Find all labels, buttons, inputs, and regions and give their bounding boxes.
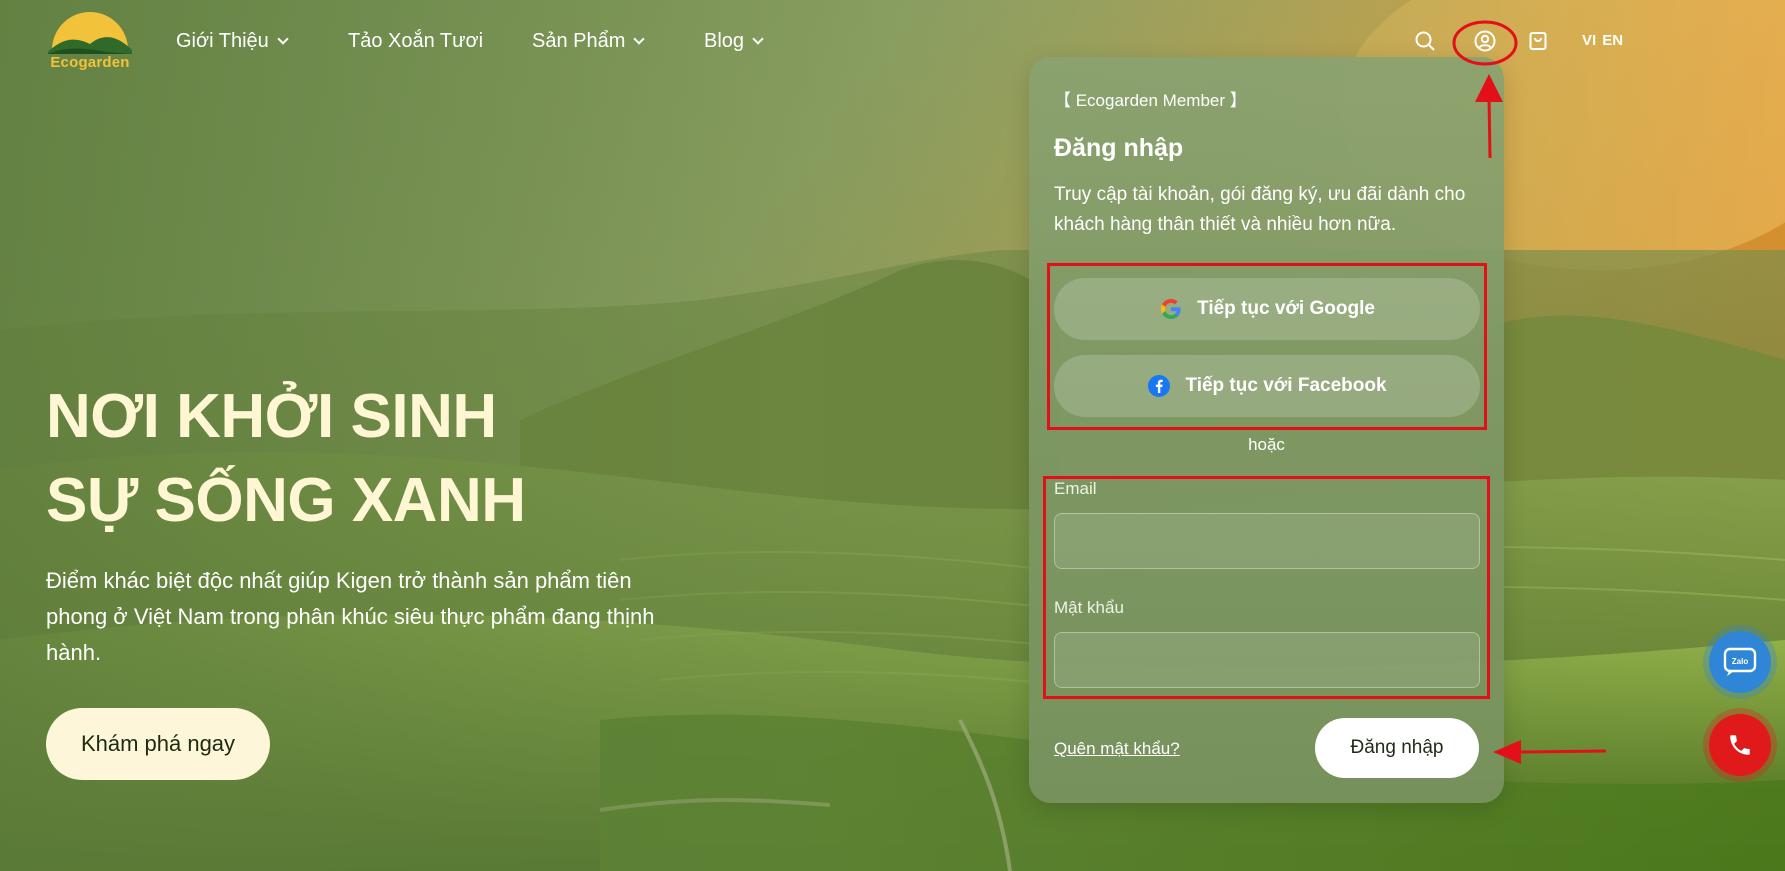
hero-description: Điểm khác biệt độc nhất giúp Kigen trở t… bbox=[46, 568, 655, 665]
logo-mountain-icon bbox=[48, 12, 132, 54]
language-switcher: VI EN bbox=[1582, 32, 1623, 49]
search-icon[interactable] bbox=[1413, 29, 1437, 53]
ecogarden-logo[interactable]: Ecogarden bbox=[46, 10, 134, 74]
login-title: Đăng nhập bbox=[1054, 134, 1184, 162]
forgot-password-link[interactable]: Quên mật khẩu? bbox=[1054, 739, 1180, 759]
site-header: Ecogarden Giới Thiệu Tảo Xoắn Tươi Sản P… bbox=[0, 0, 1785, 86]
phone-call-button[interactable] bbox=[1709, 714, 1771, 776]
zalo-chat-button[interactable]: Zalo bbox=[1709, 631, 1771, 693]
google-button-label: Tiếp tục với Google bbox=[1197, 298, 1375, 319]
nav-item-label: Tảo Xoắn Tươi bbox=[348, 30, 484, 52]
zalo-label: Zalo bbox=[1732, 657, 1749, 666]
password-label: Mật khẩu bbox=[1054, 598, 1124, 617]
phone-icon bbox=[1730, 735, 1750, 755]
facebook-button-label: Tiếp tục với Facebook bbox=[1185, 375, 1387, 396]
nav-item-san-pham[interactable]: Sản Phẩm bbox=[532, 30, 646, 53]
chevron-down-icon bbox=[277, 33, 289, 45]
logo-wordmark: Ecogarden bbox=[50, 54, 130, 71]
email-label: Email bbox=[1054, 479, 1097, 498]
member-label: 【 Ecogarden Member 】 bbox=[1054, 91, 1247, 110]
zalo-icon: Zalo bbox=[1723, 647, 1757, 676]
or-divider-text: hoặc bbox=[1248, 435, 1285, 454]
shopping-bag-icon[interactable] bbox=[1526, 29, 1550, 53]
nav-item-label: Giới Thiệu bbox=[176, 30, 269, 52]
login-subtitle: Truy cập tài khoản, gói đăng ký, ưu đãi … bbox=[1054, 184, 1466, 235]
nav-item-label: Blog bbox=[704, 30, 745, 52]
facebook-icon bbox=[1148, 375, 1171, 397]
login-panel: 【 Ecogarden Member 】 Đăng nhập Truy cập … bbox=[1029, 57, 1504, 803]
hero-title-line: NƠI KHỞI SINH bbox=[46, 382, 497, 451]
hero-title-line: SỰ SỐNG XANH bbox=[46, 466, 526, 535]
facebook-login-button[interactable]: Tiếp tục với Facebook bbox=[1054, 355, 1480, 417]
user-account-icon[interactable] bbox=[1473, 29, 1497, 53]
google-icon bbox=[1161, 299, 1181, 319]
hero-title: NƠI KHỞI SINH SỰ SỐNG XANH bbox=[46, 375, 666, 543]
nav-item-label: Sản Phẩm bbox=[532, 30, 626, 52]
nav-item-gioi-thieu[interactable]: Giới Thiệu bbox=[176, 30, 289, 53]
chevron-down-icon bbox=[752, 33, 764, 45]
nav-item-tao-xoan-tuoi[interactable]: Tảo Xoắn Tươi bbox=[348, 30, 483, 53]
google-login-button[interactable]: Tiếp tục với Google bbox=[1054, 278, 1480, 340]
nav-item-blog[interactable]: Blog bbox=[704, 30, 764, 53]
lang-vi[interactable]: VI bbox=[1582, 32, 1596, 49]
explore-now-button[interactable]: Khám phá ngay bbox=[46, 708, 270, 780]
lang-en[interactable]: EN bbox=[1602, 32, 1623, 49]
password-field[interactable] bbox=[1054, 632, 1480, 688]
login-submit-button[interactable]: Đăng nhập bbox=[1315, 718, 1479, 778]
chevron-down-icon bbox=[633, 33, 646, 45]
email-field[interactable] bbox=[1054, 513, 1480, 569]
